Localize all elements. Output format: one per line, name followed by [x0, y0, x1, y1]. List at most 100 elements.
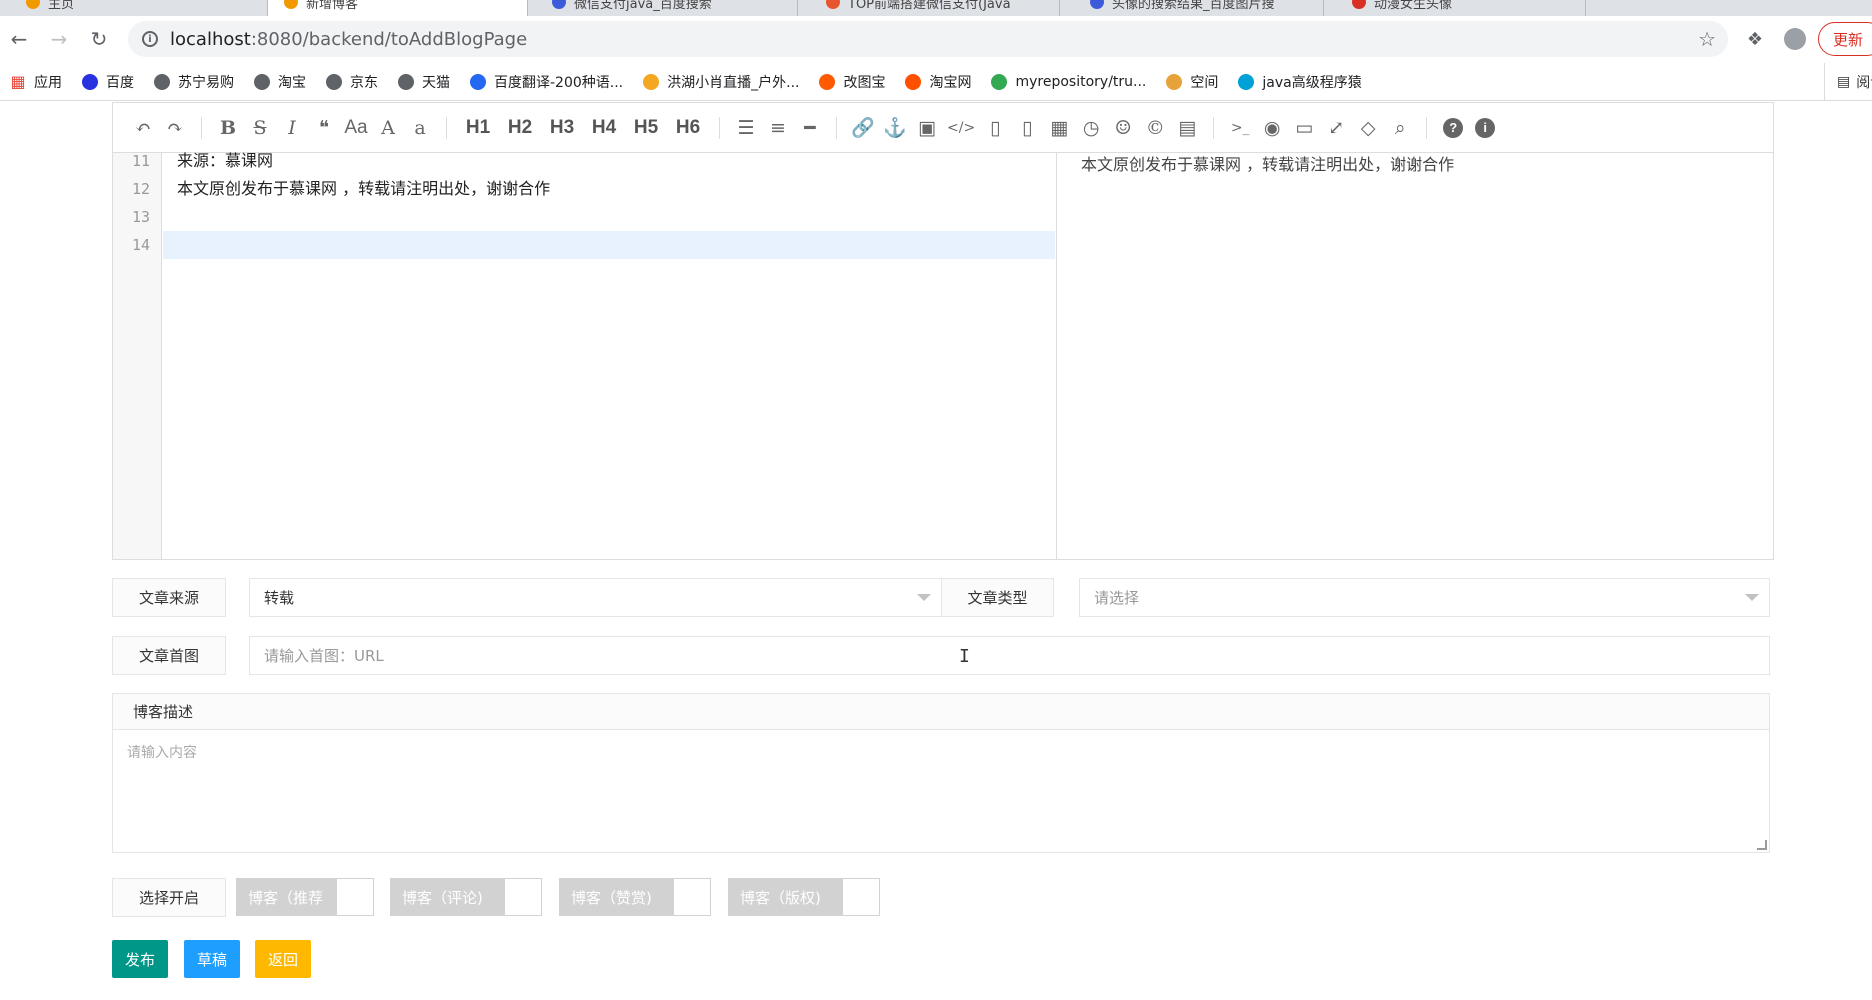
link-icon[interactable]: 🔗 [847, 113, 879, 143]
clear-icon[interactable]: ◇ [1352, 113, 1384, 143]
switch-copyright[interactable]: 博客（版权) [728, 878, 880, 916]
cover-url-input[interactable]: 请输入首图：URL [249, 636, 1770, 675]
bookmark-item[interactable]: myrepository/tru... [991, 73, 1146, 90]
line-number: 11 [131, 152, 150, 170]
chrome-icon [991, 73, 1008, 90]
datetime-icon[interactable]: ◷ [1075, 113, 1107, 143]
list-ul-icon[interactable]: ☰ [730, 113, 762, 143]
type-select[interactable]: 请选择 [1079, 578, 1770, 617]
back-arrow-icon[interactable]: ← [4, 24, 34, 54]
lowercase-icon[interactable]: a [404, 113, 436, 143]
bookmark-item[interactable]: 苏宁易购 [154, 72, 234, 92]
code-line[interactable]: 本文原创发布于慕课网 ，转载请注明出处，谢谢合作 [163, 175, 1055, 203]
bookmark-item[interactable]: 淘宝网 [905, 72, 971, 92]
bookmark-item[interactable]: 百度翻译-200种语... [470, 72, 623, 92]
search-icon[interactable]: ⌕ [1384, 113, 1416, 143]
bookmark-item[interactable]: 天猫 [398, 72, 450, 92]
tab-anime-avatar[interactable]: 动漫女生头像 [1336, 0, 1586, 16]
forward-arrow-icon[interactable]: → [44, 24, 74, 54]
code-line[interactable] [163, 203, 1055, 231]
table-icon[interactable]: ▦ [1043, 113, 1075, 143]
switch-comment[interactable]: 博客（评论) [390, 878, 542, 916]
pagebreak-icon[interactable]: ▤ [1171, 113, 1203, 143]
line-number: 12 [131, 180, 150, 198]
bookmark-item[interactable]: 洪湖小肖直播_户外... [643, 72, 799, 92]
publish-button[interactable]: 发布 [112, 940, 168, 978]
info-icon[interactable]: i [1475, 117, 1496, 138]
heading-h4-button[interactable]: H4 [583, 113, 625, 143]
bookmark-item[interactable]: ▦ 应用 [10, 72, 62, 92]
bookmark-item[interactable]: 百度 [82, 72, 134, 92]
ucwords-icon[interactable]: A [372, 113, 404, 143]
source-value: 转载 [264, 589, 295, 607]
bookmark-item[interactable]: 改图宝 [819, 72, 885, 92]
source-select[interactable]: 转载 [249, 578, 942, 617]
preformatted-text-icon[interactable]: ▯ [979, 113, 1011, 143]
goto-line-icon[interactable]: >_ [1224, 113, 1256, 143]
description-panel: 博客描述 请输入内容 [112, 693, 1770, 853]
switch-appreciate[interactable]: 博客（赞赏) [559, 878, 711, 916]
update-button[interactable]: 更新 [1818, 22, 1872, 56]
bookmark-item[interactable]: java高级程序猿 [1238, 72, 1362, 92]
fullscreen-icon[interactable]: ⤢ [1320, 113, 1352, 143]
heading-h6-button[interactable]: H6 [667, 113, 709, 143]
globe-icon [398, 73, 414, 90]
tab-wechat-pay-search[interactable]: 微信支付java_百度搜索 [536, 0, 798, 16]
undo-icon[interactable]: ↶ [127, 113, 159, 143]
preview-icon[interactable]: ▭ [1288, 113, 1320, 143]
tab-avatar-search[interactable]: 头像的搜索结果_百度图片搜 [1074, 0, 1324, 16]
italic-icon[interactable]: I [276, 113, 308, 143]
image-icon[interactable]: ▣ [911, 113, 943, 143]
apps-grid-icon: ▦ [10, 72, 26, 91]
browser-toolbar: ← → ↻ i localhost:8080/backend/toAddBlog… [0, 16, 1872, 63]
help-icon[interactable]: ? [1443, 117, 1464, 138]
heading-h3-button[interactable]: H3 [541, 113, 583, 143]
site-info-icon[interactable]: i [142, 31, 158, 47]
line-number: 13 [131, 208, 150, 226]
extensions-puzzle-icon[interactable]: ❖ [1742, 26, 1768, 52]
tab-add-blog[interactable]: 新增博客 [268, 0, 528, 16]
quote-icon[interactable]: ❝ [308, 113, 340, 143]
strikethrough-icon[interactable]: S [244, 113, 276, 143]
list-ol-icon[interactable]: ≡ [762, 113, 794, 143]
chevron-down-icon [1745, 594, 1759, 601]
tab-wechat-pay-java[interactable]: TOP前端搭建微信支付(Java [810, 0, 1060, 16]
hr-icon[interactable]: ━ [794, 113, 826, 143]
profile-avatar-icon[interactable] [1782, 26, 1808, 52]
watch-icon[interactable]: ◉ [1256, 113, 1288, 143]
heading-h1-button[interactable]: H1 [457, 113, 499, 143]
qzone-icon [1166, 73, 1183, 90]
reload-icon[interactable]: ↻ [84, 24, 114, 54]
heading-h2-button[interactable]: H2 [499, 113, 541, 143]
url-host: localhost [170, 28, 251, 50]
code-block-icon[interactable]: ▯ [1011, 113, 1043, 143]
draft-button[interactable]: 草稿 [184, 940, 240, 978]
code-line[interactable]: 来源：慕课网 [163, 147, 1055, 175]
emoji-icon[interactable]: ☺ [1107, 113, 1139, 143]
anchor-icon[interactable]: ⚓ [879, 113, 911, 143]
code-icon[interactable]: </> [943, 113, 979, 143]
code-line[interactable] [163, 231, 1055, 259]
resize-handle-icon[interactable] [1757, 840, 1767, 850]
globe-icon [326, 73, 342, 90]
switch-recommend[interactable]: 博客（推荐 [236, 878, 374, 916]
bookmark-item[interactable]: 淘宝 [254, 72, 306, 92]
back-button[interactable]: 返回 [255, 940, 311, 978]
heading-h5-button[interactable]: H5 [625, 113, 667, 143]
tab-home[interactable]: 主页 [10, 0, 268, 16]
baidu-icon [1090, 0, 1104, 9]
toggle-label: 选择开启 [112, 878, 226, 917]
baidu-icon [552, 0, 566, 9]
uppercase-icon[interactable]: Aa [340, 113, 372, 143]
bookmark-item[interactable]: 京东 [326, 72, 378, 92]
reading-list-button[interactable]: ▤阅读清 [1824, 63, 1872, 100]
address-bar[interactable]: i localhost:8080/backend/toAddBlogPage ☆ [128, 21, 1728, 57]
description-textarea[interactable]: 请输入内容 [113, 730, 1769, 762]
code-area[interactable]: 来源：慕课网 本文原创发布于慕课网 ，转载请注明出处，谢谢合作 [163, 151, 1055, 559]
bookmark-item[interactable]: 空间 [1166, 72, 1218, 92]
html-entities-icon[interactable]: © [1139, 113, 1171, 143]
bold-icon[interactable]: B [212, 113, 244, 143]
preview-pane: 本文原创发布于慕课网 ，转载请注明出处，谢谢合作 [1056, 153, 1773, 559]
bookmark-star-icon[interactable]: ☆ [1698, 27, 1716, 51]
redo-icon[interactable]: ↷ [159, 113, 191, 143]
